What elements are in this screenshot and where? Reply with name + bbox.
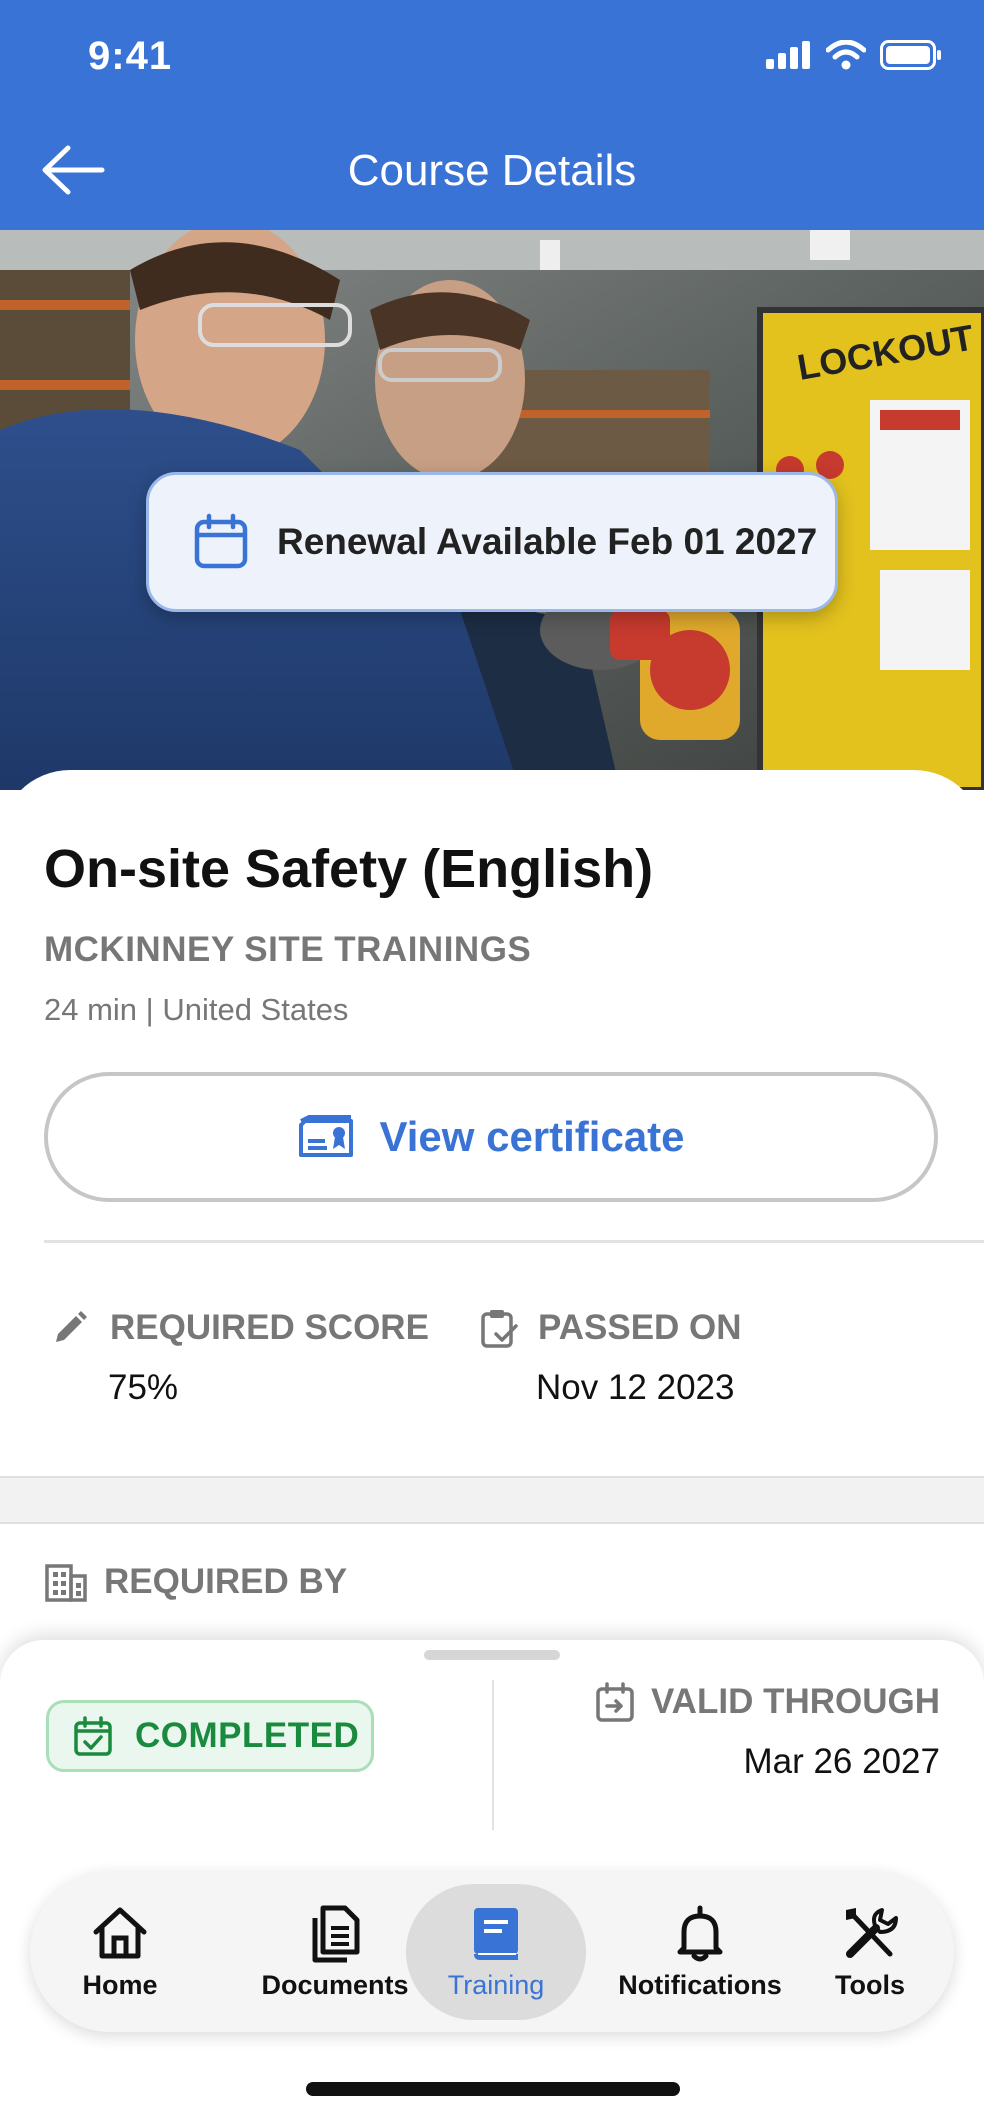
tab-notifications[interactable]: Notifications <box>590 1872 810 2032</box>
required-score-value: 75% <box>108 1368 179 1407</box>
status-icons <box>766 40 942 70</box>
status-badge: COMPLETED <box>46 1700 374 1772</box>
view-certificate-button[interactable]: View certificate <box>44 1072 938 1202</box>
clipboard-check-icon <box>481 1310 518 1348</box>
bell-icon <box>677 1905 723 1961</box>
tab-home-label: Home <box>82 1969 158 2000</box>
calendar-check-icon <box>74 1716 112 1756</box>
documents-icon <box>312 1905 360 1962</box>
vertical-divider <box>492 1680 494 1830</box>
tab-bar-area: Home Documents Training Notifications To… <box>0 1860 984 2123</box>
course-organization: MCKINNEY SITE TRAININGS <box>44 930 532 969</box>
home-icon <box>93 1907 147 1958</box>
tab-tools[interactable]: Tools <box>810 1872 930 2032</box>
signal-icon <box>766 41 810 69</box>
status-summary-sheet: COMPLETED VALID THROUGH Mar 26 2027 <box>0 1640 984 1860</box>
required-score-label: REQUIRED SCORE <box>110 1308 429 1347</box>
tab-documents[interactable]: Documents <box>250 1872 420 2032</box>
tab-documents-label: Documents <box>261 1969 409 2000</box>
valid-through: VALID THROUGH Mar 26 2027 <box>595 1682 940 1782</box>
status-time: 9:41 <box>88 34 173 78</box>
section-separator <box>0 1476 984 1524</box>
valid-through-label: VALID THROUGH <box>650 1682 940 1721</box>
status-bar: 9:41 <box>0 0 984 110</box>
certificate-icon <box>299 1115 354 1157</box>
calendar-icon <box>194 513 248 569</box>
battery-icon <box>880 40 941 70</box>
building-icon <box>45 1564 87 1602</box>
status-badge-label: COMPLETED <box>135 1716 360 1755</box>
tab-training[interactable]: Training <box>406 1872 586 2032</box>
renewal-text: Renewal Available Feb 01 2027 <box>277 521 818 562</box>
passed-on-label: PASSED ON <box>538 1308 742 1347</box>
tools-icon <box>846 1907 898 1958</box>
tab-tools-label: Tools <box>835 1969 905 2000</box>
required-by: REQUIRED BY <box>44 1562 347 1602</box>
home-indicator <box>306 2082 680 2096</box>
drag-handle[interactable] <box>424 1650 560 1660</box>
passed-on-value: Nov 12 2023 <box>536 1368 735 1407</box>
tab-notifications-label: Notifications <box>618 1969 782 2000</box>
tab-training-label: Training <box>447 1969 545 2000</box>
passed-on: PASSED ON Nov 12 2023 <box>478 1308 742 1408</box>
required-by-label: REQUIRED BY <box>104 1562 348 1601</box>
wifi-icon <box>826 40 866 70</box>
renewal-banner: Renewal Available Feb 01 2027 <box>146 472 838 612</box>
view-certificate-label: View certificate <box>379 1113 685 1160</box>
tab-bar: Home Documents Training Notifications To… <box>30 1872 954 2032</box>
nav-bar: Course Details <box>0 110 984 230</box>
divider <box>44 1240 984 1243</box>
tab-home[interactable]: Home <box>50 1872 190 2032</box>
calendar-arrow-icon <box>596 1682 634 1722</box>
book-icon <box>474 1907 518 1960</box>
course-title: On-site Safety (English) <box>44 839 654 899</box>
required-score: REQUIRED SCORE 75% <box>50 1308 429 1408</box>
pencil-icon <box>56 1311 87 1342</box>
course-meta: 24 min | United States <box>44 992 349 1027</box>
page-title: Course Details <box>347 146 637 195</box>
valid-through-value: Mar 26 2027 <box>743 1742 940 1781</box>
